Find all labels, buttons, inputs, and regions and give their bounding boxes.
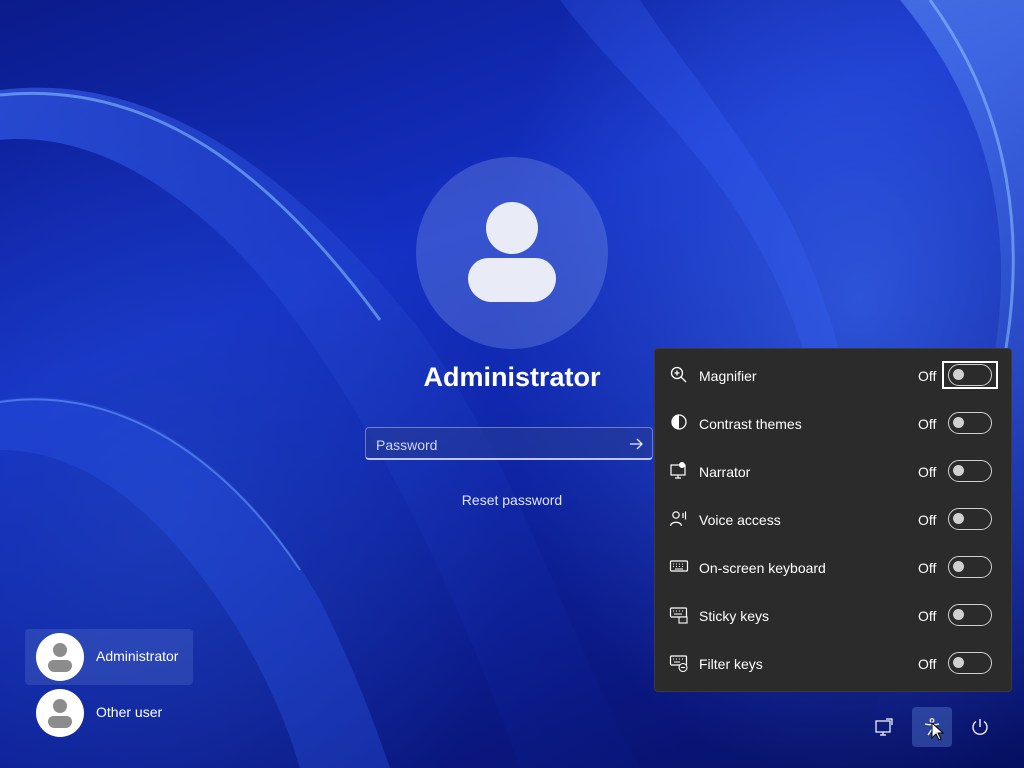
- network-button[interactable]: [864, 707, 904, 747]
- accessibility-item-on-screen-keyboard[interactable]: On-screen keyboard Off: [655, 543, 1011, 591]
- submit-arrow-icon[interactable]: [624, 432, 648, 456]
- accessibility-item-label: Contrast themes: [699, 416, 802, 432]
- toggle-state: Off: [918, 512, 937, 528]
- magnifier-icon: [669, 365, 689, 385]
- mouse-cursor-icon: [931, 721, 945, 747]
- narrator-toggle[interactable]: [948, 460, 992, 482]
- lock-screen: Administrator Reset password Administrat…: [0, 0, 1024, 768]
- accessibility-item-label: On-screen keyboard: [699, 560, 826, 576]
- toggle-state: Off: [918, 560, 937, 576]
- toggle-state: Off: [918, 464, 937, 480]
- toggle-state: Off: [918, 608, 937, 624]
- accessibility-item-narrator[interactable]: Narrator Off: [655, 447, 1011, 495]
- accessibility-item-filter-keys[interactable]: Filter keys Off: [655, 639, 1011, 687]
- accessibility-item-label: Magnifier: [699, 368, 757, 384]
- filter-keys-toggle[interactable]: [948, 652, 992, 674]
- user-avatar-small: [36, 633, 84, 681]
- sticky-keys-icon: [669, 605, 689, 625]
- accessibility-flyout: Magnifier Off Contrast themes Off Narrat…: [654, 348, 1012, 692]
- sticky-keys-toggle[interactable]: [948, 604, 992, 626]
- keyboard-icon: [669, 557, 689, 577]
- contrast-themes-toggle[interactable]: [948, 412, 992, 434]
- voice-access-icon: [669, 509, 689, 529]
- power-button[interactable]: [960, 707, 1000, 747]
- narrator-icon: [669, 461, 689, 481]
- magnifier-toggle[interactable]: [948, 364, 992, 386]
- user-item-administrator[interactable]: Administrator: [25, 629, 193, 685]
- toggle-state: Off: [918, 416, 937, 432]
- contrast-icon: [669, 413, 689, 433]
- accessibility-item-sticky-keys[interactable]: Sticky keys Off: [655, 591, 1011, 639]
- on-screen-keyboard-toggle[interactable]: [948, 556, 992, 578]
- user-avatar-small: [36, 689, 84, 737]
- accessibility-item-label: Narrator: [699, 464, 751, 480]
- accessibility-item-magnifier[interactable]: Magnifier Off: [655, 351, 1011, 399]
- accessibility-item-label: Sticky keys: [699, 608, 770, 624]
- filter-keys-icon: [669, 653, 689, 673]
- accessibility-item-label: Voice access: [699, 512, 781, 528]
- avatar-head: [486, 202, 538, 254]
- avatar-body: [468, 258, 556, 302]
- user-item-label: Other user: [96, 704, 163, 720]
- user-item-label: Administrator: [96, 648, 179, 664]
- user-avatar: [416, 157, 608, 349]
- password-box[interactable]: [365, 427, 653, 460]
- password-input[interactable]: [374, 433, 618, 457]
- reset-password-link[interactable]: Reset password: [412, 492, 612, 508]
- username-title: Administrator: [423, 362, 601, 392]
- accessibility-item-label: Filter keys: [699, 656, 763, 672]
- voice-access-toggle[interactable]: [948, 508, 992, 530]
- toggle-state: Off: [918, 368, 937, 384]
- user-item-other-user[interactable]: Other user: [25, 685, 193, 741]
- accessibility-item-contrast-themes[interactable]: Contrast themes Off: [655, 399, 1011, 447]
- toggle-state: Off: [918, 656, 937, 672]
- accessibility-item-voice-access[interactable]: Voice access Off: [655, 495, 1011, 543]
